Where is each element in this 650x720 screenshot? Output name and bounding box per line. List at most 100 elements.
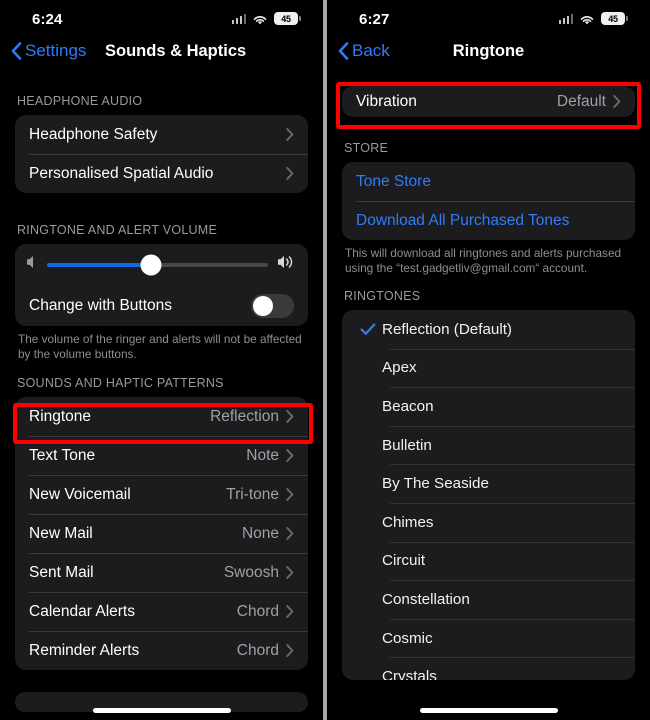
store-footnote: This will download all ringtones and ale… [345, 246, 622, 275]
row-label: Text Tone [29, 446, 96, 464]
volume-slider-track[interactable] [47, 254, 268, 275]
row-value: Swoosh [223, 563, 279, 581]
checkmark-icon [360, 323, 382, 336]
row-personalised-spatial-audio[interactable]: Personalised Spatial Audio [15, 154, 308, 193]
chevron-right-icon [286, 488, 294, 501]
row-value: None [241, 524, 279, 542]
section-header-sounds-haptic-patterns: SOUNDS AND HAPTIC PATTERNS [17, 376, 224, 390]
row-label: Personalised Spatial Audio [29, 164, 214, 182]
left-phone-screen: 6:24 45 Settings Sounds & Haptics HEADPH… [0, 0, 323, 720]
section-header-ringtone-volume: RINGTONE AND ALERT VOLUME [17, 223, 218, 237]
list-item-by-the-seaside[interactable]: By The Seaside [342, 464, 635, 503]
section-header-headphone-audio: HEADPHONE AUDIO [17, 94, 143, 108]
list-item-cosmic[interactable]: Cosmic [342, 618, 635, 658]
chevron-right-icon [286, 128, 294, 141]
status-indicators: 45 [231, 12, 301, 25]
row-label: Ringtone [29, 407, 92, 425]
dual-phone-screenshot: 6:24 45 Settings Sounds & Haptics HEADPH… [0, 0, 650, 720]
list-item-label: Bulletin [382, 436, 432, 454]
row-label: Download All Purchased Tones [356, 211, 570, 229]
row-vibration[interactable]: Vibration Default [342, 86, 635, 117]
battery-icon: 45 [274, 12, 298, 25]
row-label: Change with Buttons [29, 296, 173, 314]
row-ringtone[interactable]: Ringtone Reflection [15, 397, 308, 436]
home-indicator [419, 708, 558, 713]
list-item-label: Cosmic [382, 629, 433, 647]
list-item-apex[interactable]: Apex [342, 348, 635, 388]
list-item-circuit[interactable]: Circuit [342, 541, 635, 581]
row-tone-store[interactable]: Tone Store [342, 162, 635, 201]
row-value: Chord [236, 641, 279, 659]
section-header-ringtones: RINGTONES [344, 289, 421, 303]
row-calendar-alerts[interactable]: Calendar Alerts Chord [15, 592, 308, 631]
row-new-voicemail[interactable]: New Voicemail Tri-tone [15, 475, 308, 514]
row-label: Tone Store [356, 172, 431, 190]
settings-content-left: HEADPHONE AUDIO Headphone Safety Persona… [0, 78, 323, 720]
cellular-bars-icon [231, 13, 246, 24]
row-label: Sent Mail [29, 563, 94, 581]
list-item-label: Reflection (Default) [382, 320, 512, 338]
right-phone-screen: 6:27 45 Back Ringtone Vibration Default … [327, 0, 650, 720]
chevron-right-icon [286, 410, 294, 423]
list-item-reflection[interactable]: Reflection (Default) [342, 310, 635, 349]
battery-cap-icon [626, 16, 628, 21]
list-item-label: Circuit [382, 552, 426, 570]
list-item-bulletin[interactable]: Bulletin [342, 425, 635, 465]
row-label: Reminder Alerts [29, 641, 140, 659]
chevron-right-icon [286, 167, 294, 180]
list-item-label: Apex [382, 359, 417, 377]
card-volume: Change with Buttons [15, 244, 308, 326]
volume-slider-row[interactable] [15, 244, 308, 285]
card-ringtones-list: Reflection (Default) Apex Beacon Bulleti… [342, 310, 635, 680]
chevron-right-icon [613, 95, 621, 108]
wifi-icon [579, 13, 595, 25]
row-sent-mail[interactable]: Sent Mail Swoosh [15, 553, 308, 592]
volume-slider-fill [47, 262, 151, 267]
change-with-buttons-toggle[interactable] [251, 293, 294, 318]
row-value: Default [556, 92, 606, 110]
battery-icon: 45 [601, 12, 625, 25]
card-vibration: Vibration Default [342, 86, 635, 117]
row-label: Headphone Safety [29, 125, 158, 143]
row-headphone-safety[interactable]: Headphone Safety [15, 115, 308, 154]
list-item-label: Crystals [382, 668, 437, 680]
row-label: New Voicemail [29, 485, 131, 503]
row-change-with-buttons[interactable]: Change with Buttons [15, 285, 308, 326]
card-sounds-haptic-patterns: Ringtone Reflection Text Tone Note New V… [15, 397, 308, 670]
chevron-right-icon [286, 566, 294, 579]
row-value: Tri-tone [226, 485, 279, 503]
list-item-beacon[interactable]: Beacon [342, 387, 635, 426]
volume-footnote: The volume of the ringer and alerts will… [18, 332, 302, 361]
volume-slider-knob[interactable] [140, 254, 162, 275]
list-item-constellation[interactable]: Constellation [342, 580, 635, 619]
list-item-label: Chimes [382, 513, 434, 531]
page-title: Ringtone [452, 42, 525, 60]
list-item-label: Constellation [382, 590, 470, 608]
list-item-chimes[interactable]: Chimes [342, 502, 635, 542]
status-time: 6:24 [32, 11, 63, 28]
page-title: Sounds & Haptics [105, 42, 247, 60]
battery-cap-icon [299, 16, 301, 21]
cellular-bars-icon [558, 13, 573, 24]
section-header-store: STORE [344, 141, 389, 155]
nav-bar-right: Back Ringtone [327, 40, 650, 78]
row-text-tone[interactable]: Text Tone Note [15, 436, 308, 475]
speaker-low-icon [26, 255, 38, 274]
status-bar-left: 6:24 45 [0, 0, 323, 40]
row-value: Note [246, 446, 279, 464]
chevron-right-icon [286, 644, 294, 657]
row-value: Chord [236, 602, 279, 620]
chevron-right-icon [286, 527, 294, 540]
speaker-high-icon [277, 255, 297, 274]
row-label: Vibration [356, 92, 417, 110]
row-download-all-purchased-tones[interactable]: Download All Purchased Tones [342, 201, 635, 240]
chevron-right-icon [286, 449, 294, 462]
list-item-label: By The Seaside [382, 475, 489, 493]
status-bar-right: 6:27 45 [327, 0, 650, 40]
chevron-right-icon [286, 605, 294, 618]
wifi-icon [252, 13, 268, 25]
row-reminder-alerts[interactable]: Reminder Alerts Chord [15, 631, 308, 670]
row-new-mail[interactable]: New Mail None [15, 514, 308, 553]
card-store: Tone Store Download All Purchased Tones [342, 162, 635, 240]
list-item-crystals[interactable]: Crystals [342, 657, 635, 680]
